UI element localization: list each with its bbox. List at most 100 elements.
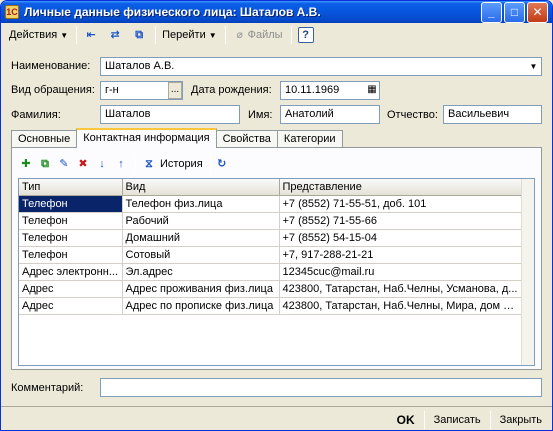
arrow-left-icon: ⇤	[86, 29, 96, 41]
files-button[interactable]: ⌀ Файлы	[229, 25, 286, 45]
table-row[interactable]: Телефон Телефон физ.лица +7 (8552) 71-55…	[19, 195, 523, 213]
table-row[interactable]: Телефон Домашний +7 (8552) 54-15-04	[19, 229, 523, 247]
goto-label: Перейти	[162, 29, 206, 41]
birth-date-label: Дата рождения:	[191, 84, 272, 96]
window-title: Личные данные физического лица: Шаталов …	[24, 5, 321, 19]
cell-representation[interactable]: +7 (8552) 71-55-51, доб. 101	[279, 195, 523, 213]
cell-type[interactable]: Адрес	[19, 280, 123, 298]
column-header-kind[interactable]: Вид	[122, 179, 280, 196]
close-window-button[interactable]: ✕	[527, 1, 548, 23]
tab-contact-info[interactable]: Контактная информация	[76, 128, 217, 148]
title-bar[interactable]: 1C Личные данные физического лица: Шатал…	[1, 1, 552, 23]
help-icon: ?	[297, 27, 314, 43]
table-row[interactable]: Телефон Сотовый +7, 917-288-21-21	[19, 246, 523, 264]
cell-representation[interactable]: 423800, Татарстан, Наб.Челны, Усманова, …	[279, 280, 523, 298]
tab-categories[interactable]: Категории	[276, 130, 343, 148]
cell-kind[interactable]: Сотовый	[122, 246, 280, 264]
paperclip-icon: ⌀	[236, 29, 243, 41]
goto-menu[interactable]: Перейти ▼	[159, 25, 220, 45]
table-row[interactable]: Телефон Рабочий +7 (8552) 71-55-66	[19, 212, 523, 230]
add-row-icon[interactable]: ✚	[18, 156, 34, 172]
toolbar-divider	[209, 155, 211, 173]
cell-type[interactable]: Телефон	[19, 212, 123, 230]
toolbar-divider	[76, 26, 78, 44]
column-header-type[interactable]: Тип	[19, 179, 123, 196]
cell-type[interactable]: Телефон	[19, 195, 123, 213]
chevron-down-icon[interactable]: ▼	[526, 58, 541, 75]
cell-type[interactable]: Адрес электронн...	[19, 263, 123, 281]
cell-type[interactable]: Телефон	[19, 246, 123, 264]
chevron-down-icon: ▼	[208, 30, 217, 40]
cell-kind[interactable]: Эл.адрес	[122, 263, 280, 281]
table-row[interactable]: Адрес Адрес проживания физ.лица 423800, …	[19, 280, 523, 298]
patronymic-field[interactable]: Васильевич	[443, 105, 542, 124]
history-icon: ⧖	[145, 158, 153, 170]
surname-field[interactable]: Шаталов	[100, 105, 240, 124]
ok-button[interactable]: OK	[391, 413, 421, 427]
history-label: История	[160, 158, 203, 170]
calendar-icon[interactable]: ▦	[365, 82, 379, 99]
cell-representation[interactable]: +7 (8552) 54-15-04	[279, 229, 523, 247]
contact-info-panel: ✚ ⧉ ✎ ✖ ↓ ↑ ⧖ История ↻ Тип Вид Представ…	[11, 147, 542, 370]
files-label: Файлы	[247, 29, 283, 41]
sort-ascending-icon[interactable]: ↓	[94, 156, 110, 172]
form-window: 1C Личные данные физического лица: Шатал…	[0, 0, 553, 431]
copy-icon: ⧉	[135, 29, 144, 41]
cell-representation[interactable]: 423800, Татарстан, Наб.Челны, Мира, дом …	[279, 297, 523, 315]
close-button[interactable]: Закрыть	[494, 414, 548, 426]
toolbar-divider	[290, 26, 292, 44]
cell-kind[interactable]: Домашний	[122, 229, 280, 247]
refresh-button[interactable]: ⇄	[104, 25, 126, 45]
vertical-scrollbar[interactable]	[521, 179, 534, 365]
cell-representation[interactable]: +7 (8552) 71-55-66	[279, 212, 523, 230]
surname-label: Фамилия:	[11, 109, 61, 121]
app-icon: 1C	[5, 5, 19, 19]
comment-label: Комментарий:	[11, 382, 84, 394]
cell-type[interactable]: Адрес	[19, 297, 123, 315]
panel-toolbar: ✚ ⧉ ✎ ✖ ↓ ↑ ⧖ История ↻	[18, 154, 233, 174]
actions-label: Действия	[9, 29, 58, 41]
name-field[interactable]: Шаталов А.В.	[100, 57, 542, 76]
save-button[interactable]: Записать	[428, 414, 487, 426]
table-row[interactable]: Адрес электронн... Эл.адрес 12345cuc@mai…	[19, 263, 523, 281]
table-row[interactable]: Адрес Адрес по прописке физ.лица 423800,…	[19, 297, 523, 315]
patronymic-label: Отчество:	[387, 109, 438, 121]
toolbar-divider	[489, 410, 491, 429]
sort-descending-icon[interactable]: ↑	[113, 156, 129, 172]
history-button[interactable]: ⧖ История	[139, 154, 205, 174]
cell-kind[interactable]: Телефон физ.лица	[122, 195, 280, 213]
chevron-down-icon: ▼	[60, 30, 69, 40]
go-back-button[interactable]: ⇤	[80, 25, 102, 45]
cell-type[interactable]: Телефон	[19, 229, 123, 247]
cell-kind[interactable]: Адрес проживания физ.лица	[122, 280, 280, 298]
maximize-button[interactable]: □	[504, 1, 525, 23]
select-address-type-button[interactable]: ...	[168, 82, 182, 99]
cell-kind[interactable]: Адрес по прописке физ.лица	[122, 297, 280, 315]
actions-menu[interactable]: Действия ▼	[6, 25, 71, 45]
cell-kind[interactable]: Рабочий	[122, 212, 280, 230]
table-header-row: Тип Вид Представление	[19, 179, 523, 196]
tab-properties[interactable]: Свойства	[215, 130, 278, 148]
toolbar-divider	[224, 26, 226, 44]
copy-button[interactable]: ⧉	[128, 25, 150, 45]
tab-main[interactable]: Основные	[11, 130, 78, 148]
toolbar-divider	[155, 26, 157, 44]
name-label: Наименование:	[11, 60, 91, 72]
firstname-label: Имя:	[248, 109, 273, 121]
bottom-bar: OK Записать Закрыть	[1, 406, 552, 430]
contacts-table[interactable]: Тип Вид Представление Телефон Телефон фи…	[18, 178, 535, 366]
firstname-field[interactable]: Анатолий	[280, 105, 380, 124]
address-type-label: Вид обращения:	[11, 84, 95, 96]
refresh-icon: ⇄	[110, 29, 120, 41]
copy-row-icon[interactable]: ⧉	[37, 156, 53, 172]
refresh-icon[interactable]: ↻	[214, 156, 230, 172]
help-button[interactable]: ?	[295, 25, 317, 45]
cell-representation[interactable]: +7, 917-288-21-21	[279, 246, 523, 264]
toolbar-divider	[423, 410, 425, 429]
edit-row-icon[interactable]: ✎	[56, 156, 72, 172]
comment-field[interactable]	[100, 378, 542, 397]
cell-representation[interactable]: 12345cuc@mail.ru	[279, 263, 523, 281]
delete-row-icon[interactable]: ✖	[75, 156, 91, 172]
column-header-representation[interactable]: Представление	[279, 179, 523, 196]
minimize-button[interactable]: _	[481, 1, 502, 23]
